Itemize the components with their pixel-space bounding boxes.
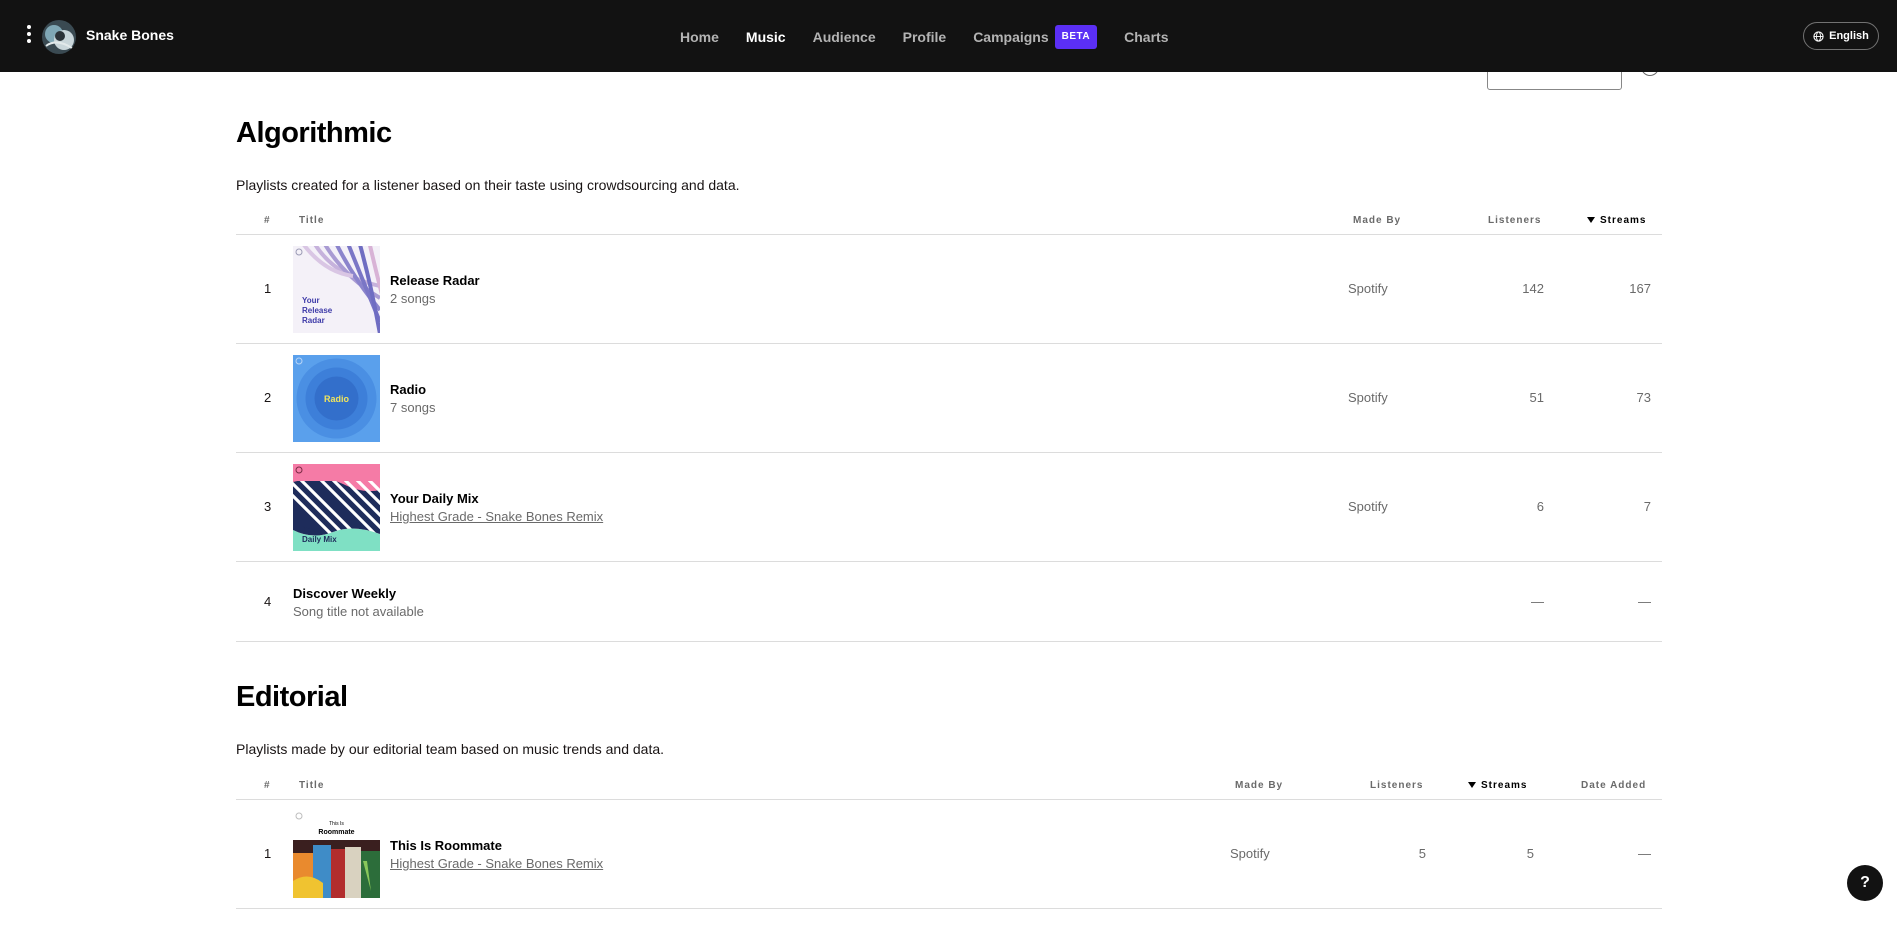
language-button[interactable]: English xyxy=(1803,22,1879,50)
playlist-title[interactable]: Release Radar xyxy=(390,273,480,288)
release-radar-cover: Your Release Radar xyxy=(293,246,380,333)
nav-charts[interactable]: Charts xyxy=(1124,25,1168,49)
cover-text: Your xyxy=(302,296,320,305)
nav-home[interactable]: Home xyxy=(680,25,719,49)
row-number: 2 xyxy=(264,390,272,405)
col-streams-label: Streams xyxy=(1600,215,1647,226)
streams-value: 73 xyxy=(1636,390,1651,405)
col-title[interactable]: Title xyxy=(299,215,324,226)
cover-text: Daily Mix xyxy=(302,535,337,544)
main-nav: Home Music Audience Profile Campaigns BE… xyxy=(680,25,1196,49)
nav-campaigns[interactable]: Campaigns BETA xyxy=(973,25,1098,49)
listeners-value: — xyxy=(1531,594,1544,609)
cover-text: Your xyxy=(302,525,320,534)
cover-text: This Is xyxy=(329,821,344,827)
playlist-subtitle: 7 songs xyxy=(390,400,436,415)
cover-text: Release xyxy=(302,306,333,315)
table-row[interactable]: 3 Your Daily Mix Your Daily Mix Highest … xyxy=(236,453,1662,562)
made-by: Spotify xyxy=(1348,499,1388,514)
cover-text: Radio xyxy=(324,394,350,404)
col-listeners[interactable]: Listeners xyxy=(1488,215,1541,226)
globe-icon xyxy=(1813,30,1824,42)
streams-value: 167 xyxy=(1629,281,1651,296)
listeners-value: 51 xyxy=(1529,390,1544,405)
song-link[interactable]: Highest Grade - Snake Bones Remix xyxy=(390,856,603,871)
col-streams[interactable]: Streams xyxy=(1587,215,1646,226)
made-by: Spotify xyxy=(1348,390,1388,405)
col-listeners[interactable]: Listeners xyxy=(1370,780,1423,791)
listeners-value: 6 xyxy=(1536,499,1544,514)
nav-campaigns-label: Campaigns xyxy=(973,29,1049,45)
radio-cover: Radio xyxy=(293,355,380,442)
sort-desc-icon xyxy=(1468,782,1476,788)
col-date-added[interactable]: Date Added xyxy=(1581,780,1646,791)
top-nav-bar: Snake Bones Home Music Audience Profile … xyxy=(0,0,1897,72)
algorithmic-table: # Title Made By Listeners Streams 1 Your… xyxy=(236,207,1662,642)
table-header: # Title Made By Listeners Streams Date A… xyxy=(236,772,1662,800)
col-made-by[interactable]: Made By xyxy=(1235,780,1283,791)
sort-desc-icon xyxy=(1587,217,1595,223)
table-header: # Title Made By Listeners Streams xyxy=(236,207,1662,235)
table-row[interactable]: 1 Your Release Radar Release Radar 2 son… xyxy=(236,235,1662,344)
col-made-by[interactable]: Made By xyxy=(1353,215,1401,226)
cover-text: Radar xyxy=(302,316,325,325)
made-by: Spotify xyxy=(1348,281,1388,296)
listeners-value: 142 xyxy=(1522,281,1544,296)
row-number: 1 xyxy=(264,281,272,296)
language-label: English xyxy=(1829,30,1869,42)
artist-name[interactable]: Snake Bones xyxy=(86,27,174,43)
col-num: # xyxy=(264,780,271,791)
table-row[interactable]: 1 This Is Roommate This Is Roommate High… xyxy=(236,800,1662,909)
nav-audience[interactable]: Audience xyxy=(813,25,876,49)
kebab-menu-icon[interactable] xyxy=(22,25,36,47)
col-streams[interactable]: Streams xyxy=(1468,780,1527,791)
playlist-subtitle: 2 songs xyxy=(390,291,436,306)
playlist-subtitle: Song title not available xyxy=(293,604,424,619)
this-is-cover: This Is Roommate xyxy=(293,811,380,898)
daily-mix-cover: Your Daily Mix xyxy=(293,464,380,551)
table-row[interactable]: 4 Discover Weekly Song title not availab… xyxy=(236,562,1662,642)
row-number: 4 xyxy=(264,594,272,609)
listeners-value: 5 xyxy=(1418,846,1426,861)
row-number: 3 xyxy=(264,499,272,514)
col-streams-label: Streams xyxy=(1481,780,1528,791)
streams-value: 5 xyxy=(1526,846,1534,861)
nav-music[interactable]: Music xyxy=(746,25,786,49)
streams-value: — xyxy=(1638,594,1651,609)
section-title-editorial: Editorial xyxy=(236,681,348,713)
playlist-title[interactable]: Radio xyxy=(390,382,426,397)
section-desc-editorial: Playlists made by our editorial team bas… xyxy=(236,741,665,757)
playlist-title[interactable]: This Is Roommate xyxy=(390,838,502,853)
section-title-algorithmic: Algorithmic xyxy=(236,117,392,149)
col-num: # xyxy=(264,215,271,226)
playlist-title[interactable]: Your Daily Mix xyxy=(390,491,479,506)
artist-avatar[interactable] xyxy=(42,20,76,54)
song-link[interactable]: Highest Grade - Snake Bones Remix xyxy=(390,509,603,524)
section-desc-algorithmic: Playlists created for a listener based o… xyxy=(236,177,740,193)
beta-badge: BETA xyxy=(1054,25,1098,49)
made-by: Spotify xyxy=(1230,846,1270,861)
row-number: 1 xyxy=(264,846,272,861)
editorial-table: # Title Made By Listeners Streams Date A… xyxy=(236,772,1662,909)
col-title[interactable]: Title xyxy=(299,780,324,791)
date-added-value: — xyxy=(1638,846,1651,861)
help-icon[interactable]: ? xyxy=(1847,865,1883,901)
playlist-title[interactable]: Discover Weekly xyxy=(293,586,396,601)
nav-profile[interactable]: Profile xyxy=(903,25,947,49)
cover-text: Roommate xyxy=(318,829,354,836)
streams-value: 7 xyxy=(1643,499,1651,514)
table-row[interactable]: 2 Radio Radio 7 songs Spotify 51 73 xyxy=(236,344,1662,453)
